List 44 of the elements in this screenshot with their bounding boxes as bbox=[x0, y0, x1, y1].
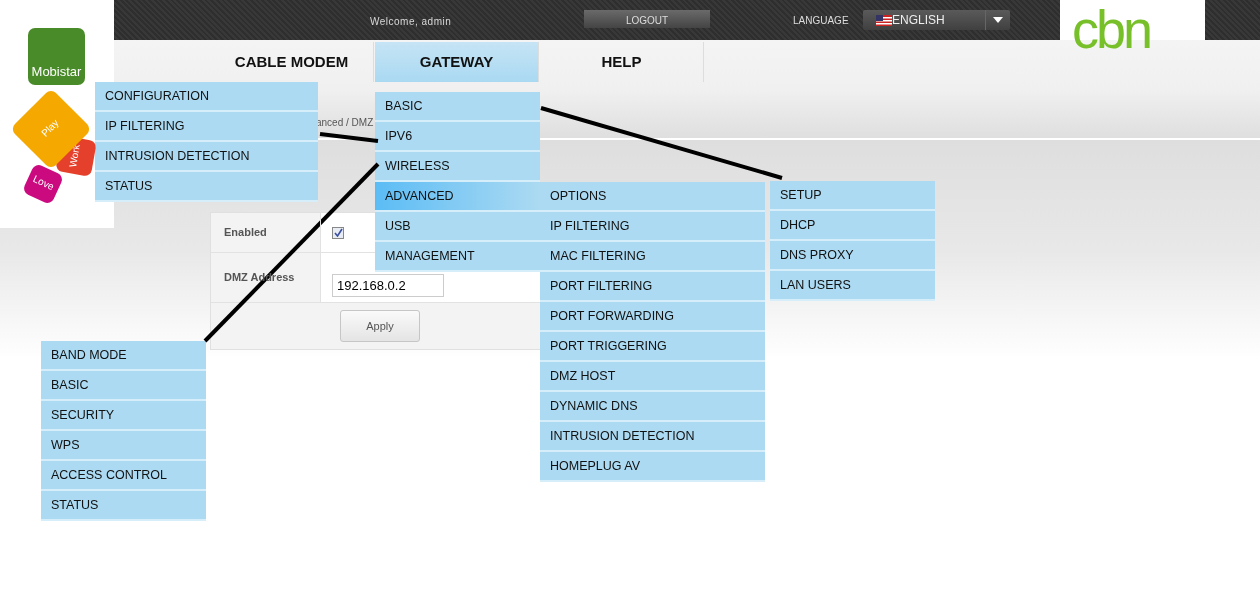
logout-button[interactable]: LOGOUT bbox=[584, 10, 710, 28]
menu-item[interactable]: SECURITY bbox=[41, 401, 206, 431]
welcome-text: Welcome, admin bbox=[370, 15, 452, 29]
menu-item[interactable]: ACCESS CONTROL bbox=[41, 461, 206, 491]
menu-item[interactable]: DHCP bbox=[770, 211, 935, 241]
nav-tab[interactable]: HELP bbox=[540, 42, 704, 82]
menu-item[interactable]: STATUS bbox=[41, 491, 206, 521]
menu-item[interactable]: PORT FORWARDING bbox=[540, 302, 765, 332]
menu-item[interactable]: USB bbox=[375, 212, 540, 242]
menu-item[interactable]: PORT TRIGGERING bbox=[540, 332, 765, 362]
menu-item[interactable]: ADVANCED bbox=[375, 182, 540, 212]
menu-item[interactable]: IPV6 bbox=[375, 122, 540, 152]
language-select[interactable]: ENGLISH bbox=[863, 10, 1010, 30]
caret-icon bbox=[993, 17, 1003, 23]
menu-item[interactable]: SETUP bbox=[770, 181, 935, 211]
menu-item[interactable]: MANAGEMENT bbox=[375, 242, 540, 272]
menu-item[interactable]: INTRUSION DETECTION bbox=[95, 142, 318, 172]
menu-item[interactable]: INTRUSION DETECTION bbox=[540, 422, 765, 452]
menu-item[interactable]: IP FILTERING bbox=[95, 112, 318, 142]
menu-item[interactable]: DNS PROXY bbox=[770, 241, 935, 271]
menu-item[interactable]: IP FILTERING bbox=[540, 212, 765, 242]
menu-item[interactable]: PORT FILTERING bbox=[540, 272, 765, 302]
menu-item[interactable]: BASIC bbox=[375, 92, 540, 122]
cbn-logo: cbn bbox=[1072, 2, 1151, 56]
menu-item[interactable]: WPS bbox=[41, 431, 206, 461]
menu-item[interactable]: CONFIGURATION bbox=[95, 82, 318, 112]
menu-item[interactable]: STATUS bbox=[95, 172, 318, 202]
menu-item[interactable]: BASIC bbox=[41, 371, 206, 401]
mobistar-logo: Mobistar bbox=[28, 28, 85, 85]
menu-item[interactable]: BAND MODE bbox=[41, 341, 206, 371]
menu-item[interactable]: OPTIONS bbox=[540, 182, 765, 212]
menu-item[interactable]: HOMEPLUG AV bbox=[540, 452, 765, 482]
menu-item[interactable]: DYNAMIC DNS bbox=[540, 392, 765, 422]
menu-item[interactable]: WIRELESS bbox=[375, 152, 540, 182]
menu-item[interactable]: MAC FILTERING bbox=[540, 242, 765, 272]
menu-item[interactable]: DMZ HOST bbox=[540, 362, 765, 392]
flag-icon bbox=[876, 14, 892, 26]
nav-tab[interactable]: GATEWAY bbox=[375, 42, 539, 82]
enabled-checkbox[interactable] bbox=[332, 226, 344, 239]
connector-line bbox=[319, 132, 379, 143]
language-label: LANGUAGE bbox=[793, 14, 849, 28]
address-field[interactable]: 192.168.0.2 bbox=[332, 274, 444, 297]
apply-button[interactable]: Apply bbox=[340, 310, 420, 342]
menu-item[interactable]: LAN USERS bbox=[770, 271, 935, 301]
